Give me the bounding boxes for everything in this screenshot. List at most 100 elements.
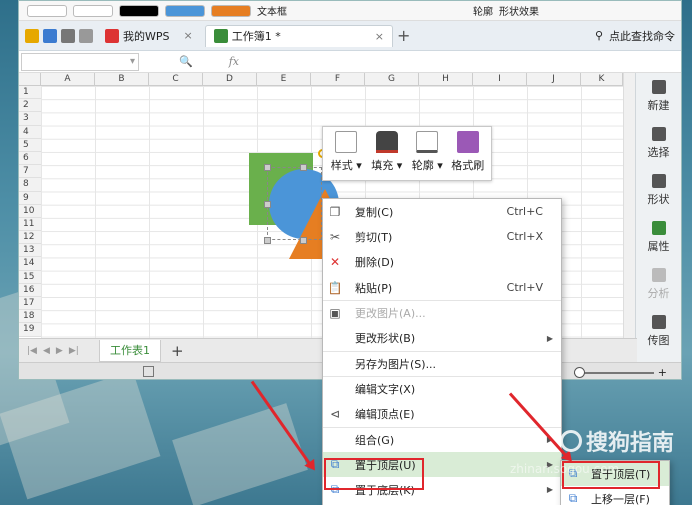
column-label[interactable]: G — [365, 73, 419, 86]
column-label[interactable]: F — [311, 73, 365, 86]
close-icon[interactable]: × — [375, 30, 384, 43]
panel-label: 传图 — [647, 334, 670, 347]
print-icon[interactable] — [61, 28, 75, 43]
menu-item-cut[interactable]: ✂ 剪切(T) Ctrl+X — [323, 224, 561, 249]
new-tab-icon[interactable]: + — [397, 26, 410, 45]
resize-handle[interactable] — [264, 164, 271, 171]
menu-item-change-picture[interactable]: ▣ 更改图片(A)... — [323, 300, 561, 325]
submenu-arrow-icon: ▶ — [546, 485, 553, 495]
command-search[interactable]: ⚲ 点此查找命令 — [595, 28, 675, 44]
column-label[interactable]: B — [95, 73, 149, 86]
shape-style-swatch[interactable] — [27, 4, 67, 17]
menu-item-group[interactable]: 组合(G)▶ — [323, 426, 561, 452]
save-icon[interactable] — [43, 28, 57, 43]
panel-shapes[interactable]: 形状 — [636, 167, 681, 214]
cut-icon: ✂ — [329, 229, 341, 244]
open-folder-icon[interactable] — [25, 28, 39, 43]
shape-effects-button[interactable]: 形状效果 — [499, 3, 539, 18]
resize-handle[interactable] — [264, 201, 271, 208]
row-label[interactable]: 6 — [19, 151, 41, 166]
row-label[interactable]: 18 — [19, 310, 41, 324]
panel-label: 新建 — [647, 99, 670, 112]
name-box[interactable]: ▾ — [21, 52, 139, 71]
menu-item-paste[interactable]: 📋 粘贴(P) Ctrl+V — [323, 275, 561, 300]
undo-icon[interactable] — [79, 28, 93, 43]
last-sheet-icon[interactable]: ▶| — [69, 346, 79, 356]
zoom-icon[interactable]: 🔍 — [179, 55, 193, 68]
format-painter-button[interactable]: 格式刷 — [449, 131, 488, 176]
toolbar-label: 样式 ▾ — [330, 159, 362, 172]
column-label[interactable]: H — [419, 73, 473, 86]
row-label[interactable]: 7 — [19, 165, 41, 179]
row-label[interactable]: 9 — [19, 191, 41, 205]
menu-item-edit-points[interactable]: ⊲ 编辑顶点(E) — [323, 401, 561, 426]
row-label[interactable]: 3 — [19, 112, 41, 126]
first-sheet-icon[interactable]: |◀ — [27, 346, 37, 356]
watermark-brand: 搜狗指南 — [586, 431, 675, 456]
panel-select[interactable]: 选择 — [636, 120, 681, 167]
tab-my-wps[interactable]: 我的WPS × — [97, 25, 201, 47]
macro-record-icon[interactable] — [143, 366, 154, 377]
panel-properties[interactable]: 属性 — [636, 214, 681, 261]
blank-icon — [323, 351, 347, 376]
outline-button[interactable]: 轮廓 — [473, 3, 493, 18]
panel-analyze[interactable]: 分析 — [636, 261, 681, 308]
zoom-slider[interactable]: + — [573, 366, 667, 379]
close-icon[interactable]: × — [184, 29, 193, 42]
panel-new[interactable]: 新建 — [636, 73, 681, 120]
column-label[interactable]: A — [41, 73, 95, 86]
menu-item-edit-text[interactable]: 编辑文字(X) — [323, 376, 561, 401]
row-label[interactable]: 11 — [19, 217, 41, 232]
tab-workbook1[interactable]: 工作簿1 * × — [204, 24, 393, 47]
next-sheet-icon[interactable]: ▶ — [56, 346, 63, 356]
column-label[interactable]: J — [527, 73, 581, 86]
prev-sheet-icon[interactable]: ◀ — [43, 346, 50, 356]
sheet-tab[interactable]: 工作表1 — [99, 339, 161, 362]
row-label[interactable]: 19 — [19, 323, 41, 337]
menu-item-save-as-picture[interactable]: 另存为图片(S)... — [323, 350, 561, 376]
menu-item-delete[interactable]: ✕ 删除(D) — [323, 250, 561, 275]
row-label[interactable]: 14 — [19, 257, 41, 271]
edit-points-icon: ⊲ — [329, 407, 341, 422]
zoom-in-icon[interactable]: + — [658, 366, 667, 379]
textbox-button[interactable]: 文本框 — [257, 3, 287, 18]
menu-label: 上移一层(F) — [591, 492, 650, 505]
row-label[interactable]: 15 — [19, 270, 41, 284]
wps-logo-icon — [105, 28, 119, 43]
row-label[interactable]: 1 — [19, 86, 41, 100]
annotation-highlight-box — [324, 458, 424, 490]
row-label[interactable]: 5 — [19, 138, 41, 152]
panel-upload-image[interactable]: 传图 — [636, 308, 681, 355]
shape-style-swatch[interactable] — [119, 4, 159, 17]
row-label[interactable]: 10 — [19, 204, 41, 218]
menu-item-copy[interactable]: ❐ 复制(C) Ctrl+C — [323, 199, 561, 224]
column-label[interactable]: K — [581, 73, 623, 86]
menu-item-change-shape[interactable]: 更改形状(B) ▶ — [323, 325, 561, 350]
fx-icon[interactable]: fx — [229, 55, 239, 68]
resize-handle[interactable] — [300, 237, 307, 244]
panel-label: 选择 — [647, 146, 670, 159]
column-label[interactable]: E — [257, 73, 311, 86]
shape-style-swatch[interactable] — [73, 4, 113, 17]
add-sheet-icon[interactable]: + — [171, 342, 184, 360]
row-label[interactable]: 2 — [19, 99, 41, 113]
row-label[interactable]: 17 — [19, 297, 41, 311]
style-button[interactable]: 样式 ▾ — [327, 131, 366, 176]
shape-style-swatch[interactable] — [211, 4, 251, 17]
shape-style-swatch[interactable] — [165, 4, 205, 17]
row-label[interactable]: 12 — [19, 231, 41, 245]
row-label[interactable]: 13 — [19, 244, 41, 258]
outline-button[interactable]: 轮廓 ▾ — [408, 131, 447, 176]
column-label[interactable]: D — [203, 73, 257, 86]
zoom-knob[interactable] — [573, 366, 585, 378]
row-label[interactable]: 8 — [19, 178, 41, 192]
select-all-corner[interactable] — [19, 73, 41, 86]
column-label[interactable]: C — [149, 73, 203, 86]
resize-handle[interactable] — [300, 164, 307, 171]
row-label[interactable]: 4 — [19, 125, 41, 139]
fill-button[interactable]: 填充 ▾ — [368, 131, 407, 176]
zoom-track[interactable] — [573, 366, 654, 378]
row-label[interactable]: 16 — [19, 283, 41, 297]
resize-handle[interactable] — [264, 237, 271, 244]
column-label[interactable]: I — [473, 73, 527, 86]
